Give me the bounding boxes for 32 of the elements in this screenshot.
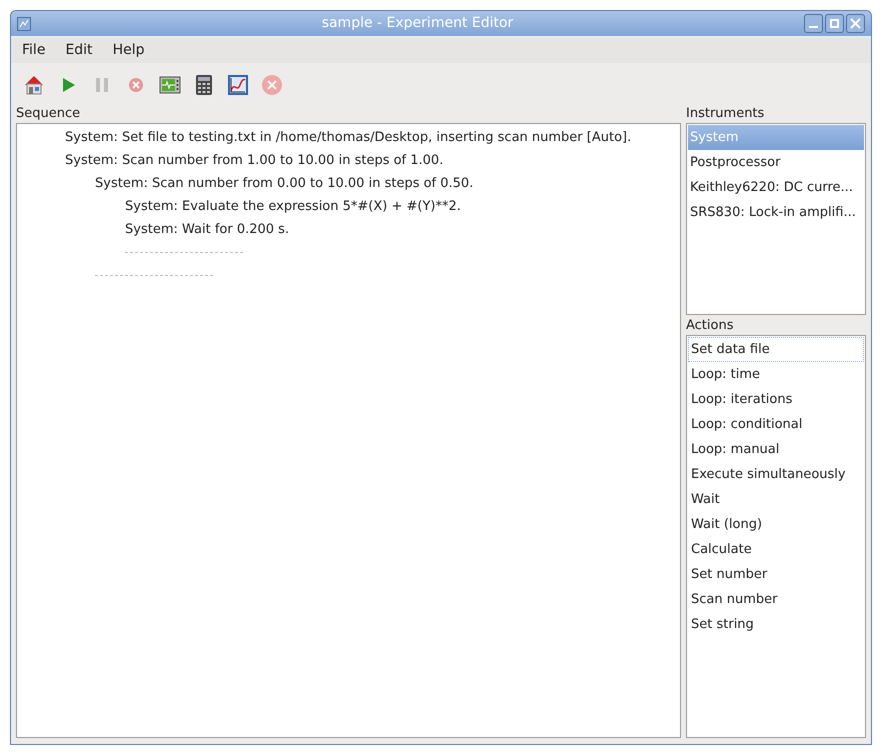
app-icon <box>17 16 31 30</box>
sequence-step[interactable]: System: Evaluate the expression 5*#(X) + #(Y)**2. <box>125 196 461 216</box>
window-title: sample - Experiment Editor <box>322 14 514 33</box>
menu-item[interactable]: File <box>12 40 56 61</box>
action-item[interactable]: Loop: time <box>688 362 864 387</box>
minimize-button[interactable] <box>804 14 823 33</box>
instruments-label: Instruments <box>686 105 766 123</box>
action-item[interactable]: Wait (long) <box>688 512 864 537</box>
sequence-step[interactable]: System: Scan number from 0.00 to 10.00 in steps of 0.50. <box>95 174 474 194</box>
action-item[interactable]: Calculate <box>688 537 864 562</box>
action-item[interactable]: Set number <box>688 562 864 587</box>
actions-label: Actions <box>686 317 734 335</box>
instrument-item[interactable]: Postprocessor <box>688 150 864 175</box>
menu-item[interactable]: Edit <box>55 40 103 61</box>
close-icon <box>850 18 861 29</box>
menu-item[interactable]: Help <box>102 40 154 61</box>
sequence-step[interactable]: System: Wait for 0.200 s. <box>125 220 290 240</box>
action-item[interactable]: Set data file <box>688 337 864 362</box>
action-item[interactable]: Wait <box>688 487 864 512</box>
action-item[interactable]: Loop: conditional <box>688 412 864 437</box>
close-button[interactable] <box>846 14 865 33</box>
action-item[interactable]: Loop: manual <box>688 437 864 462</box>
sequence-label: Sequence <box>16 105 82 123</box>
action-item[interactable]: Loop: iterations <box>688 387 864 412</box>
action-item[interactable]: Scan number <box>688 587 864 612</box>
maximize-button[interactable] <box>825 14 844 33</box>
action-item[interactable]: Execute simultaneously <box>688 462 864 487</box>
sequence-step[interactable]: System: Scan number from 1.00 to 10.00 in steps of 1.00. <box>65 150 444 170</box>
instrument-item[interactable]: SRS830: Lock-in amplifi... <box>688 200 864 225</box>
sequence-step[interactable]: System: Set file to testing.txt in /home/thomas/Desktop, inserting scan number [Auto]. <box>65 128 632 148</box>
instrument-item[interactable]: Keithley6220: DC curre... <box>688 175 864 200</box>
action-item[interactable]: Set string <box>688 612 864 637</box>
